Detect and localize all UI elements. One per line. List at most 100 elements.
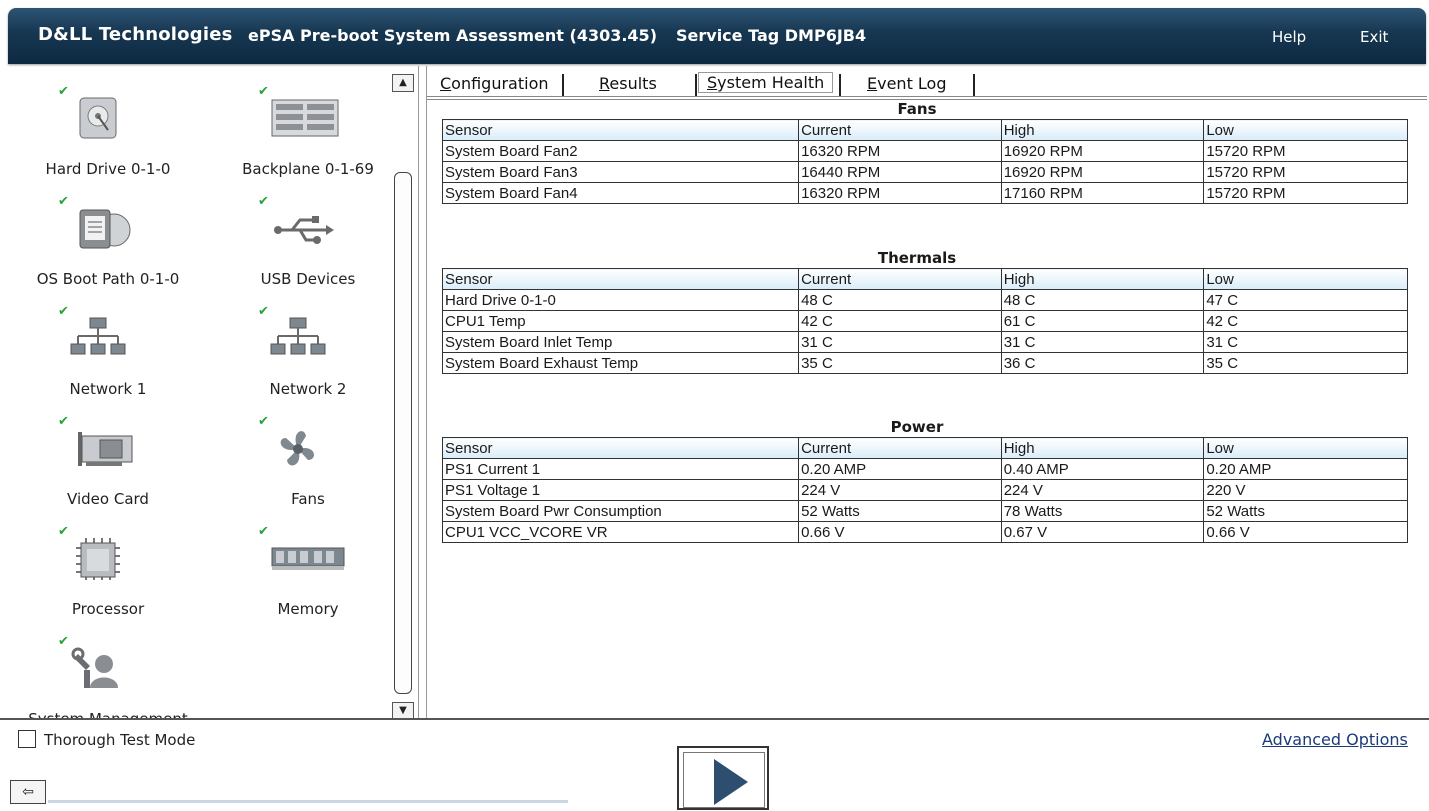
scroll-thumb[interactable] [394,172,412,694]
table-cell: 52 Watts [798,500,1002,522]
pass-check-icon: ✔ [58,524,69,539]
column-header: Sensor [441,437,800,459]
scroll-down-button[interactable]: ▼ [392,702,414,718]
device-item[interactable]: ✔ Backplane 0-1-69 [208,76,408,178]
table-row: System Board Fan2 16320 RPM 16920 RPM 15720… [441,140,1408,162]
table-cell: 31 C [1203,331,1408,353]
table-cell: CPU1 Temp [441,310,800,332]
column-header: Sensor [441,119,800,141]
device-label: Fans [291,490,325,508]
pass-check-icon: ✔ [58,84,69,99]
tab-separator [695,74,697,96]
device-item[interactable]: ✔ Hard Drive 0-1-0 [8,76,208,178]
run-tests-button-frame [683,752,765,808]
table-cell: PS1 Voltage 1 [441,479,800,501]
network-icon [270,314,326,364]
device-label: System Management [8,710,208,718]
pass-check-icon: ✔ [258,194,269,209]
back-button[interactable]: ⇦ [10,780,46,804]
thorough-test-mode-checkbox[interactable]: Thorough Test Mode [18,730,195,749]
table-cell: 16440 RPM [798,161,1002,183]
table-cell: 42 C [1203,310,1408,332]
table-cell: 16320 RPM [798,182,1002,204]
table-cell: 31 C [798,331,1002,353]
tab-configuration[interactable]: Configuration [440,74,549,93]
table-cell: 31 C [1000,331,1205,353]
column-header: Current [798,437,1002,459]
device-label: Memory [277,600,339,618]
pass-check-icon: ✔ [258,84,269,99]
device-item[interactable]: ✔ Processor [8,516,208,618]
table-cell: System Board Fan4 [441,182,800,204]
table-cell: 17160 RPM [1000,182,1205,204]
table-cell: 0.40 AMP [1000,458,1205,480]
column-header: Low [1203,119,1408,141]
device-list-panel: ✔ Hard Drive 0-1-0 ✔ Backplane 0-1-69 ✔ OS Bo… [8,66,419,718]
device-item[interactable]: ✔ Memory [208,516,408,618]
table-header-row: Sensor Current High Low [441,437,1408,459]
device-item[interactable]: ✔ Network 2 [208,296,408,398]
table-cell: 16320 RPM [798,140,1002,162]
device-item[interactable]: ✔ OS Boot Path 0-1-0 [8,186,208,288]
tab-event-log[interactable]: Event Log [867,74,947,93]
power-section-title: Power [890,418,944,436]
table-cell: 0.20 AMP [1203,458,1408,480]
table-header-row: Sensor Current High Low [441,268,1408,290]
column-header: Current [798,268,1002,290]
fans-table: Sensor Current High Low System Board Fan2 163… [441,119,1408,204]
device-item[interactable]: ✔ Fans [208,406,408,508]
device-label: USB Devices [260,270,356,288]
table-cell: 48 C [798,289,1002,311]
device-item[interactable]: ✔ System Management [8,626,208,718]
table-cell: System Board Pwr Consumption [441,500,800,522]
table-cell: 35 C [1203,352,1408,374]
usb-icon [270,204,334,254]
device-label: OS Boot Path 0-1-0 [36,270,180,288]
table-row: PS1 Current 1 0.20 AMP 0.40 AMP 0.20 AMP [441,458,1408,480]
table-cell: System Board Fan3 [441,161,800,183]
help-link[interactable]: Help [1272,28,1306,46]
table-cell: 0.20 AMP [798,458,1002,480]
power-table: Sensor Current High Low PS1 Current 1 0.20 AM… [441,437,1408,543]
table-cell: 16920 RPM [1000,161,1205,183]
table-cell: 0.67 V [1000,521,1205,543]
column-header: Low [1203,437,1408,459]
pass-check-icon: ✔ [258,304,269,319]
advanced-options-link[interactable]: Advanced Options [1262,730,1408,749]
backplane-icon [270,94,339,144]
checkbox-box[interactable] [18,730,36,748]
table-cell: 0.66 V [798,521,1002,543]
exit-link[interactable]: Exit [1360,28,1388,46]
table-cell: 224 V [1000,479,1205,501]
device-item[interactable]: ✔ USB Devices [208,186,408,288]
table-row: System Board Pwr Consumption 52 Watts 78 W… [441,500,1408,522]
processor-icon [70,534,126,584]
table-cell: 15720 RPM [1203,161,1408,183]
column-header: Sensor [441,268,800,290]
scroll-up-button[interactable]: ▲ [392,74,414,92]
table-cell: 47 C [1203,289,1408,311]
column-header: Current [798,119,1002,141]
table-cell: 35 C [798,352,1002,374]
device-item[interactable]: ✔ Network 1 [8,296,208,398]
main-content: Configuration Results System Health Even… [426,66,1427,718]
column-header: Low [1203,268,1408,290]
fan-icon [270,424,326,474]
table-row: Hard Drive 0-1-0 48 C 48 C 47 C [441,289,1408,311]
app-title: ePSA Pre-boot System Assessment (4303.45… [248,26,657,45]
os-boot-path-icon [70,204,131,254]
tab-system-health[interactable]: System Health [698,72,834,93]
table-cell: 61 C [1000,310,1205,332]
thermals-table: Sensor Current High Low Hard Drive 0-1-0 48 C… [441,268,1408,374]
table-cell: 15720 RPM [1203,182,1408,204]
dell-technologies-logo: D&LL Technologies [38,24,233,45]
tab-bar: Configuration Results System Health Even… [427,72,1427,98]
run-tests-button[interactable] [677,746,769,810]
tab-results[interactable]: Results [599,74,657,93]
footer-divider [0,718,1429,720]
device-item[interactable]: ✔ Video Card [8,406,208,508]
system-management-icon [70,644,126,694]
device-list-scrollbar[interactable]: ▲ ▼ [391,70,414,718]
device-label: Hard Drive 0-1-0 [45,160,171,178]
thermals-section-title: Thermals [877,249,957,267]
